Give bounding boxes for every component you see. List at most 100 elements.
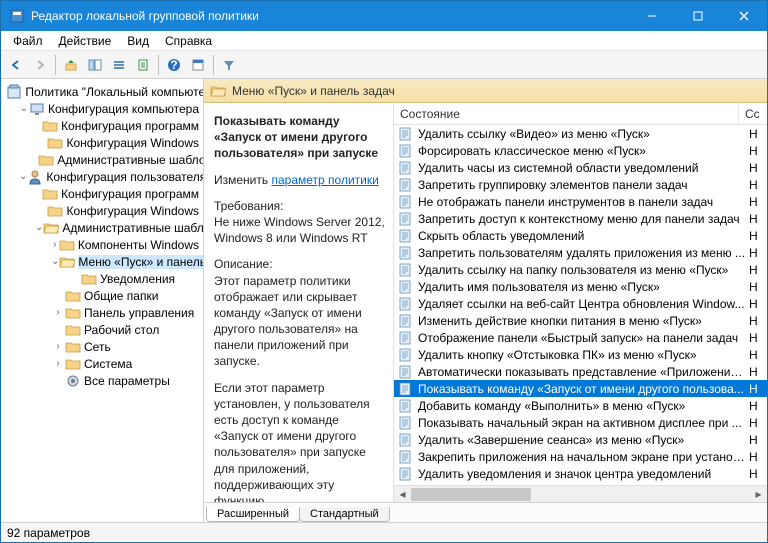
policy-setting-icon bbox=[398, 245, 414, 261]
nav-tree[interactable]: ·Политика "Локальный компьютер ⌄ Конфигура… bbox=[1, 79, 204, 522]
menu-action[interactable]: Действие bbox=[51, 32, 120, 50]
list-item[interactable]: Удаляет ссылки на веб-сайт Центра обновл… bbox=[394, 295, 767, 312]
tree-node[interactable]: ·Уведомления bbox=[1, 270, 203, 287]
tree-node[interactable]: ·Политика "Локальный компьютер bbox=[1, 83, 203, 100]
collapse-icon[interactable]: ⌄ bbox=[35, 222, 43, 233]
list-item[interactable]: Форсировать классическое меню «Пуск»Н bbox=[394, 142, 767, 159]
menu-help[interactable]: Справка bbox=[157, 32, 220, 50]
properties-button[interactable] bbox=[187, 54, 209, 76]
tree-node[interactable]: ·Конфигурация программ bbox=[1, 117, 203, 134]
expand-icon[interactable]: › bbox=[51, 341, 65, 352]
menu-view[interactable]: Вид bbox=[119, 32, 157, 50]
export-button[interactable] bbox=[132, 54, 154, 76]
list-item[interactable]: Удалить «Завершение сеанса» из меню «Пус… bbox=[394, 431, 767, 448]
tree-node[interactable]: ·Все параметры bbox=[1, 372, 203, 389]
tree-node-label: Административные шаблон bbox=[57, 153, 204, 167]
list-item-label: Удалить ссылку на папку пользователя из … bbox=[418, 263, 745, 277]
policy-setting-icon bbox=[398, 415, 414, 431]
tree-node-label: Система bbox=[84, 357, 132, 371]
filter-button[interactable] bbox=[218, 54, 240, 76]
settings-list[interactable]: Удалить ссылку «Видео» из меню «Пуск»НФо… bbox=[394, 125, 767, 485]
mmc-icon bbox=[9, 8, 25, 24]
maximize-button[interactable] bbox=[675, 1, 721, 31]
list-item-label: Автоматически показывать представление «… bbox=[418, 365, 745, 379]
back-button[interactable] bbox=[5, 54, 27, 76]
tree-node[interactable]: ·Общие папки bbox=[1, 287, 203, 304]
tree-node-label: Конфигурация компьютера bbox=[48, 102, 199, 116]
list-item[interactable]: Скрыть область уведомленийН bbox=[394, 227, 767, 244]
folder-icon bbox=[42, 186, 58, 202]
list-item[interactable]: Не отображать панели инструментов в пане… bbox=[394, 193, 767, 210]
list-item[interactable]: Удалить кнопку «Отстыковка ПК» из меню «… bbox=[394, 346, 767, 363]
list-item[interactable]: Удалить ссылку на папку пользователя из … bbox=[394, 261, 767, 278]
list-item[interactable]: Удалить часы из системной области уведом… bbox=[394, 159, 767, 176]
list-item[interactable]: Удалить ссылку «Видео» из меню «Пуск»Н bbox=[394, 125, 767, 142]
list-item[interactable]: Запретить доступ к контекстному меню для… bbox=[394, 210, 767, 227]
list-item-label: Показывать начальный экран на активном д… bbox=[418, 416, 745, 430]
list-item-state: Н bbox=[745, 144, 767, 158]
list-item-state: Н bbox=[745, 314, 767, 328]
tree-node[interactable]: ·Административные шаблон bbox=[1, 151, 203, 168]
scroll-left-icon[interactable]: ◂ bbox=[394, 486, 411, 503]
collapse-icon[interactable]: ⌄ bbox=[19, 171, 27, 182]
tree-node[interactable]: ⌄Административные шаблон bbox=[1, 219, 203, 236]
twisty-blank: · bbox=[35, 120, 42, 131]
list-view-button[interactable] bbox=[108, 54, 130, 76]
expand-icon[interactable]: › bbox=[51, 358, 65, 369]
description-pane: Показывать команду «Запуск от имени друг… bbox=[204, 103, 394, 502]
list-item[interactable]: Автоматически показывать представление «… bbox=[394, 363, 767, 380]
list-item[interactable]: Отображение панели «Быстрый запуск» на п… bbox=[394, 329, 767, 346]
edit-policy-link[interactable]: параметр политики bbox=[271, 173, 378, 187]
policy-setting-icon bbox=[398, 279, 414, 295]
policy-setting-icon bbox=[398, 330, 414, 346]
tree-node[interactable]: ⌄ Конфигурация компьютера bbox=[1, 100, 203, 117]
tree-node[interactable]: ⌄Меню «Пуск» и панель bbox=[1, 253, 203, 270]
list-item[interactable]: Добавить команду «Выполнить» в меню «Пус… bbox=[394, 397, 767, 414]
tree-node[interactable]: › Система bbox=[1, 355, 203, 372]
column-state[interactable]: Состояние bbox=[394, 103, 739, 124]
collapse-icon[interactable]: ⌄ bbox=[51, 256, 59, 267]
tree-node[interactable]: ›Сеть bbox=[1, 338, 203, 355]
tree-node[interactable]: ·Рабочий стол bbox=[1, 321, 203, 338]
list-item[interactable]: Удалить имя пользователя из меню «Пуск»Н bbox=[394, 278, 767, 295]
list-item[interactable]: Изменить действие кнопки питания в меню … bbox=[394, 312, 767, 329]
close-button[interactable] bbox=[721, 1, 767, 31]
tree-node[interactable]: › Компоненты Windows bbox=[1, 236, 203, 253]
list-item[interactable]: Закрепить приложения на начальном экране… bbox=[394, 448, 767, 465]
tab-standard[interactable]: Стандартный bbox=[299, 507, 390, 522]
tab-extended[interactable]: Расширенный bbox=[206, 507, 300, 522]
list-item[interactable]: Запретить группировку элементов панели з… bbox=[394, 176, 767, 193]
list-item[interactable]: Показывать команду «Запуск от имени друг… bbox=[394, 380, 767, 397]
list-item-label: Форсировать классическое меню «Пуск» bbox=[418, 144, 745, 158]
minimize-button[interactable] bbox=[629, 1, 675, 31]
expand-icon[interactable]: › bbox=[51, 307, 65, 318]
list-item-label: Показывать команду «Запуск от имени друг… bbox=[418, 382, 745, 396]
list-item[interactable]: Показывать начальный экран на активном д… bbox=[394, 414, 767, 431]
scroll-right-icon[interactable]: ▸ bbox=[750, 486, 767, 503]
column-c2[interactable]: Сс bbox=[739, 103, 767, 124]
tree-node[interactable]: ·Конфигурация Windows bbox=[1, 134, 203, 151]
tree-node-label: Общие папки bbox=[84, 289, 158, 303]
list-item[interactable]: Удалить уведомления и значок центра увед… bbox=[394, 465, 767, 482]
policy-setting-icon bbox=[398, 296, 414, 312]
list-item[interactable]: Запретить пользователям удалять приложен… bbox=[394, 244, 767, 261]
tree-node-label: Конфигурация пользователя bbox=[46, 170, 204, 184]
tree-node[interactable]: ·Конфигурация программ bbox=[1, 185, 203, 202]
tree-node[interactable]: ›Панель управления bbox=[1, 304, 203, 321]
horizontal-scrollbar[interactable]: ◂ ▸ bbox=[394, 485, 767, 502]
menu-file[interactable]: Файл bbox=[5, 32, 51, 50]
list-header: Состояние Сс bbox=[394, 103, 767, 125]
tree-node-label: Компоненты Windows bbox=[78, 238, 199, 252]
list-item-state: Н bbox=[745, 348, 767, 362]
collapse-icon[interactable]: ⌄ bbox=[19, 103, 29, 114]
tree-node[interactable]: ·Конфигурация Windows bbox=[1, 202, 203, 219]
tree-node[interactable]: ⌄ Конфигурация пользователя bbox=[1, 168, 203, 185]
expand-icon[interactable]: › bbox=[51, 239, 59, 250]
show-hide-tree-button[interactable] bbox=[84, 54, 106, 76]
up-button[interactable] bbox=[60, 54, 82, 76]
help-button[interactable]: ? bbox=[163, 54, 185, 76]
list-item-label: Удалить ссылку «Видео» из меню «Пуск» bbox=[418, 127, 745, 141]
folder-icon bbox=[81, 271, 97, 287]
scroll-thumb[interactable] bbox=[411, 488, 531, 501]
forward-button[interactable] bbox=[29, 54, 51, 76]
